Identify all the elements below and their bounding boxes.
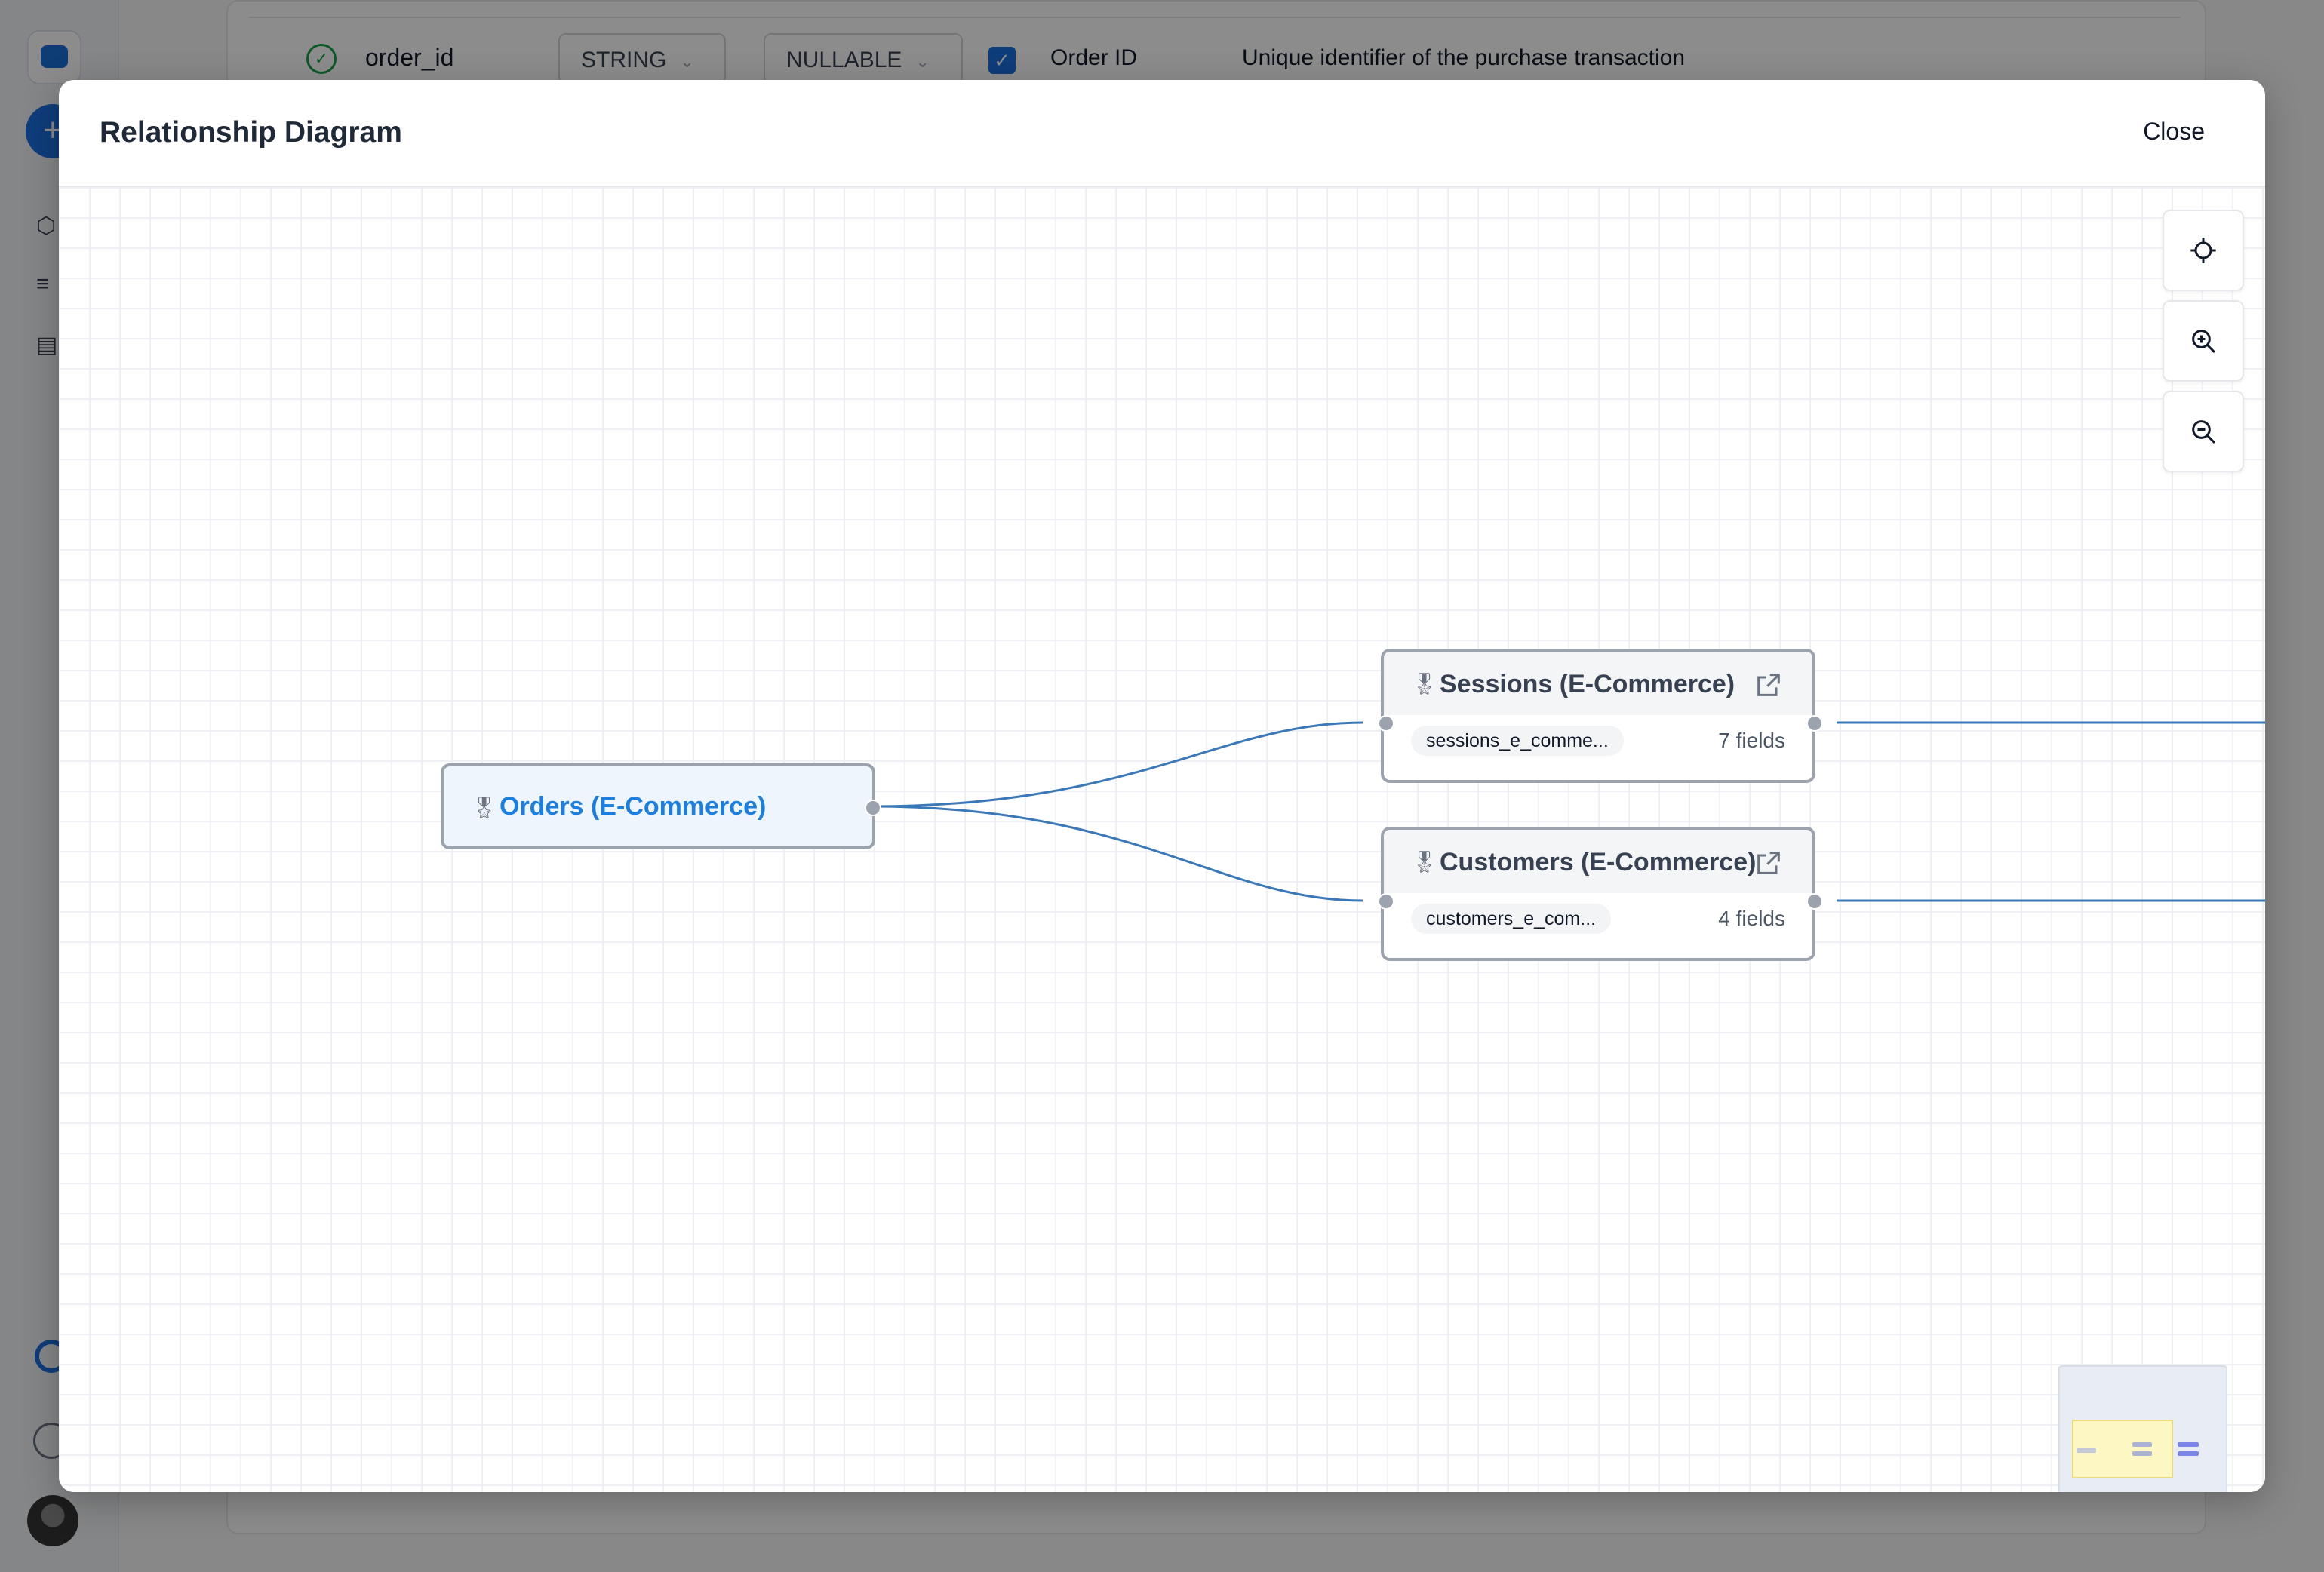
node-title: Orders (E-Commerce) bbox=[500, 792, 767, 821]
edges-layer bbox=[872, 721, 2265, 902]
node-customers[interactable]: 🎖 Customers (E-Commerce) customers_e_com… bbox=[1381, 827, 1815, 961]
fit-view-button[interactable] bbox=[2163, 210, 2244, 291]
source-handle[interactable] bbox=[1806, 893, 1823, 910]
minimap-node bbox=[2178, 1451, 2199, 1456]
external-link-icon[interactable] bbox=[1754, 848, 1784, 878]
modal-title: Relationship Diagram bbox=[100, 116, 402, 149]
close-button[interactable]: Close bbox=[2143, 118, 2205, 146]
zoom-out-icon bbox=[2192, 420, 2216, 444]
external-link-icon[interactable] bbox=[1754, 670, 1784, 700]
fields-count: 4 fields bbox=[1718, 907, 1785, 930]
node-title: Customers (E-Commerce) bbox=[1440, 848, 1757, 877]
source-handle[interactable] bbox=[1806, 715, 1823, 732]
minimap-node bbox=[2178, 1442, 2199, 1447]
medal-icon: 🎖 bbox=[1411, 672, 1438, 695]
table-name-pill: customers_e_com... bbox=[1411, 904, 1612, 934]
minimap-node bbox=[2077, 1448, 2096, 1453]
medal-icon: 🎖 bbox=[1411, 850, 1438, 874]
minimap-node bbox=[2132, 1442, 2152, 1447]
target-handle[interactable] bbox=[1378, 893, 1394, 910]
fields-count: 7 fields bbox=[1718, 729, 1785, 752]
edge-orders-customers bbox=[872, 805, 1363, 902]
zoom-in-button[interactable] bbox=[2163, 300, 2244, 382]
medal-icon: 🎖 bbox=[471, 796, 498, 819]
target-handle[interactable] bbox=[1378, 715, 1394, 732]
zoom-in-icon bbox=[2192, 330, 2216, 354]
fit-view-icon bbox=[2190, 238, 2216, 263]
node-orders[interactable]: 🎖 Orders (E-Commerce) bbox=[441, 763, 875, 849]
modal-header: Relationship Diagram Close bbox=[59, 80, 2265, 187]
relationship-modal: Relationship Diagram Close 🎖 Orders (E-C… bbox=[59, 80, 2265, 1492]
diagram-canvas[interactable]: 🎖 Orders (E-Commerce) 🎖 Sessions (E-Comm… bbox=[59, 187, 2265, 1492]
node-sessions[interactable]: 🎖 Sessions (E-Commerce) sessions_e_comme… bbox=[1381, 649, 1815, 783]
node-title: Sessions (E-Commerce) bbox=[1440, 670, 1735, 698]
zoom-out-button[interactable] bbox=[2163, 391, 2244, 472]
minimap[interactable] bbox=[2058, 1365, 2227, 1492]
edge-orders-sessions bbox=[872, 721, 1363, 808]
minimap-node bbox=[2132, 1451, 2152, 1456]
table-name-pill: sessions_e_comme... bbox=[1411, 726, 1624, 756]
source-handle[interactable] bbox=[865, 800, 881, 816]
